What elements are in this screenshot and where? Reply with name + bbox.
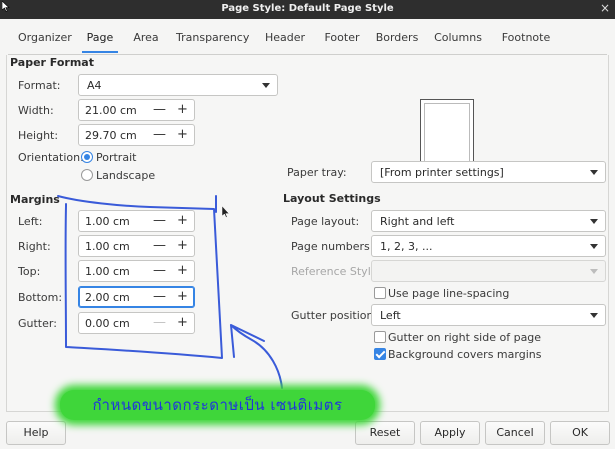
tab-footer[interactable]: Footer [322, 31, 362, 53]
gutter-right-checkbox[interactable] [374, 331, 386, 343]
landscape-label[interactable]: Landscape [96, 169, 155, 182]
margin-bottom-stepper[interactable]: 2.00 cm — + [78, 286, 195, 308]
cancel-button[interactable]: Cancel [485, 421, 545, 445]
page-layout-label: Page layout: [291, 215, 360, 228]
gutter-position-value: Left [380, 309, 401, 322]
chevron-down-icon [262, 83, 270, 88]
thai-annotation-note: กำหนดขนาดกระดาษเป็น เซนติเมตร [60, 390, 375, 420]
ok-button[interactable]: OK [550, 421, 610, 445]
minus-icon[interactable]: — [148, 287, 171, 307]
plus-icon[interactable]: + [171, 261, 194, 281]
tab-header[interactable]: Header [264, 31, 306, 53]
reference-style-label: Reference Style: [291, 265, 382, 278]
format-value: A4 [87, 79, 102, 92]
tab-columns[interactable]: Columns [433, 31, 483, 53]
tab-page[interactable]: Page [82, 31, 118, 53]
plus-icon[interactable]: + [171, 236, 194, 256]
background-covers-label[interactable]: Background covers margins [388, 348, 541, 361]
margin-left-value[interactable]: 1.00 cm [79, 215, 148, 228]
margins-title: Margins [10, 193, 60, 206]
use-line-spacing-checkbox[interactable] [374, 287, 386, 299]
paper-tray-select[interactable]: [From printer settings] [371, 161, 606, 183]
chevron-down-icon [590, 244, 598, 249]
tab-footnote[interactable]: Footnote [498, 31, 554, 53]
portrait-label[interactable]: Portrait [96, 151, 136, 164]
minus-icon[interactable]: — [148, 236, 171, 256]
gutter-position-label: Gutter position: [291, 309, 378, 322]
width-label: Width: [18, 104, 54, 117]
margin-left-stepper[interactable]: 1.00 cm — + [78, 210, 195, 232]
portrait-radio[interactable] [81, 151, 93, 163]
margin-right-label: Right: [18, 240, 51, 253]
apply-button[interactable]: Apply [420, 421, 480, 445]
margin-right-stepper[interactable]: 1.00 cm — + [78, 235, 195, 257]
window-titlebar: Page Style: Default Page Style × [0, 0, 615, 19]
chevron-down-icon [590, 313, 598, 318]
margin-bottom-value[interactable]: 2.00 cm [79, 291, 148, 304]
page-preview-margin [424, 103, 470, 167]
plus-icon[interactable]: + [171, 211, 194, 231]
page-numbers-select[interactable]: 1, 2, 3, ... [371, 235, 606, 257]
tab-organizer[interactable]: Organizer [18, 31, 72, 53]
plus-icon[interactable]: + [171, 100, 194, 120]
close-icon[interactable]: × [600, 1, 610, 15]
page-numbers-value: 1, 2, 3, ... [380, 240, 433, 253]
orientation-label: Orientation: [18, 151, 84, 164]
window-title: Page Style: Default Page Style [221, 3, 394, 14]
paper-tray-label: Paper tray: [287, 166, 347, 179]
gutter-position-select[interactable]: Left [371, 304, 606, 326]
page-numbers-label: Page numbers: [291, 240, 374, 253]
gutter-value[interactable]: 0.00 cm [79, 317, 148, 330]
reference-style-select [371, 260, 606, 282]
page-style-dialog: Organizer Page Area Transparency Header … [0, 19, 615, 449]
tab-borders[interactable]: Borders [375, 31, 419, 53]
minus-icon: — [153, 315, 166, 330]
plus-icon[interactable]: + [171, 125, 194, 145]
height-stepper[interactable]: 29.70 cm — + [78, 124, 195, 146]
minus-icon[interactable]: — [148, 125, 171, 145]
width-value[interactable]: 21.00 cm [79, 104, 148, 117]
minus-icon[interactable]: — [148, 211, 171, 231]
plus-icon[interactable]: + [171, 287, 194, 307]
paper-format-title: Paper Format [10, 56, 94, 69]
tab-area[interactable]: Area [132, 31, 160, 53]
page-layout-value: Right and left [380, 215, 455, 228]
plus-icon[interactable]: + [171, 313, 194, 333]
format-select[interactable]: A4 [78, 74, 278, 96]
chevron-down-icon [590, 170, 598, 175]
height-value[interactable]: 29.70 cm [79, 129, 148, 142]
margin-right-value[interactable]: 1.00 cm [79, 240, 148, 253]
tab-transparency[interactable]: Transparency [176, 31, 249, 53]
margin-top-label: Top: [18, 265, 41, 278]
chevron-down-icon [590, 219, 598, 224]
layout-settings-title: Layout Settings [283, 192, 381, 205]
paper-tray-value: [From printer settings] [380, 166, 504, 179]
margin-bottom-label: Bottom: [18, 291, 63, 304]
minus-icon[interactable]: — [148, 261, 171, 281]
landscape-radio[interactable] [81, 169, 93, 181]
minus-icon[interactable]: — [148, 100, 171, 120]
width-stepper[interactable]: 21.00 cm — + [78, 99, 195, 121]
chevron-down-icon [590, 269, 598, 274]
height-label: Height: [18, 129, 59, 142]
gutter-right-label[interactable]: Gutter on right side of page [388, 331, 541, 344]
format-label: Format: [18, 79, 61, 92]
reset-button[interactable]: Reset [355, 421, 415, 445]
page-layout-select[interactable]: Right and left [371, 210, 606, 232]
gutter-label: Gutter: [18, 317, 57, 330]
margin-left-label: Left: [18, 215, 43, 228]
use-line-spacing-label[interactable]: Use page line-spacing [388, 287, 509, 300]
margin-top-value[interactable]: 1.00 cm [79, 265, 148, 278]
tab-bar: Organizer Page Area Transparency Header … [8, 27, 607, 55]
gutter-stepper[interactable]: 0.00 cm — + [78, 312, 195, 334]
margin-top-stepper[interactable]: 1.00 cm — + [78, 260, 195, 282]
help-button[interactable]: Help [6, 421, 66, 445]
background-covers-checkbox[interactable] [374, 348, 386, 360]
